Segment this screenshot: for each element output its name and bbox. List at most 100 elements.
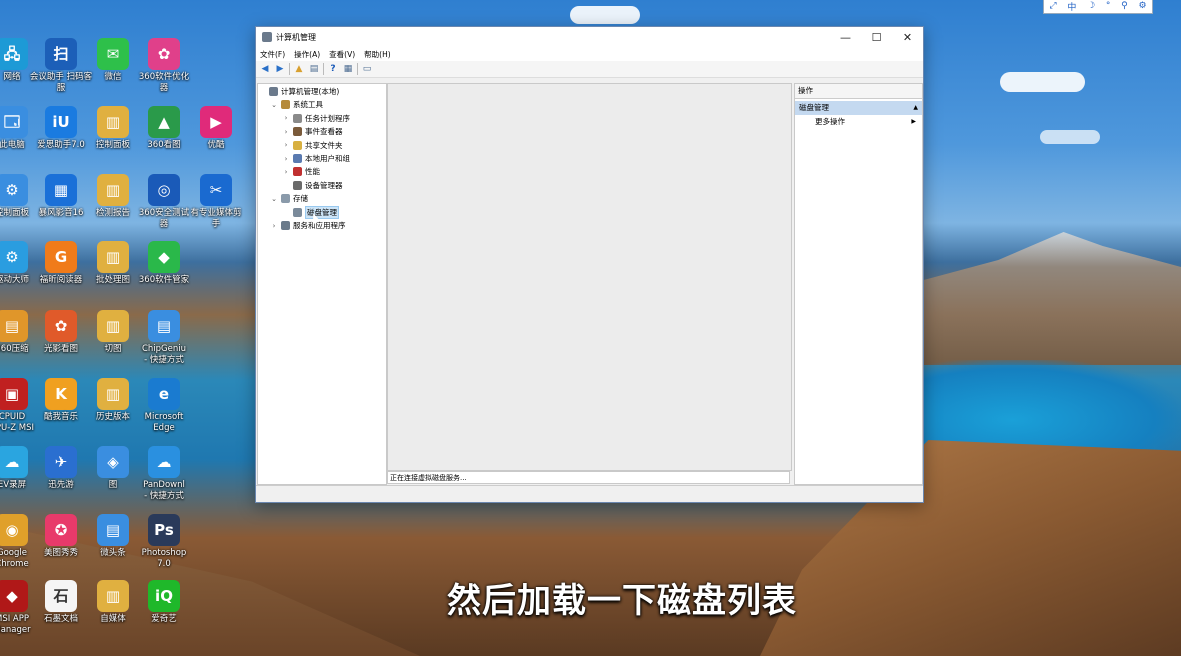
desktop-icon-label: ChipGeniu - 快捷方式 [141,344,187,365]
app-icon: 🗔 [0,106,28,138]
desktop-icon[interactable]: ☁ PanDownl - 快捷方式 [132,446,196,502]
toolbar: ◀ ▶ ▲ ▤ ? ▦ ▭ [256,61,923,78]
menu-view[interactable]: 查看(V) [329,49,355,60]
app-icon: ▤ [97,514,129,546]
app-icon: ▥ [97,241,129,273]
tree-node-icon [281,194,290,204]
tree-expander-icon[interactable]: ⌄ [270,101,278,109]
tree-node[interactable]: › 事件查看器 [282,125,343,138]
desktop-icon-label: 有专业媒体剪 手 [190,208,242,229]
desktop-icon[interactable]: ✿ 360软件优化 器 [132,38,196,94]
tree-node-icon [293,140,302,150]
details-status: 正在连接虚拟磁盘服务... [387,471,790,484]
app-icon: K [45,378,77,410]
menu-action[interactable]: 操作(A) [294,49,320,60]
tree-node[interactable]: › 本地用户和组 [282,152,350,165]
tree-node[interactable]: 计算机管理(本地) [258,85,339,98]
tree-expander-icon[interactable]: › [282,155,290,163]
app-icon: ◉ [0,514,28,546]
tray-button[interactable]: ⚲ [1121,1,1128,11]
tree-node-label: 设备管理器 [305,180,343,190]
tree-node-label: 存储 [293,194,308,204]
show-hide-tree-icon[interactable]: ▤ [308,63,320,75]
help-icon[interactable]: ? [327,63,339,75]
console-tree: 计算机管理(本地) ⌄ 系统工具 › 任务计划程序 › 事件查看器 › 共享文件夹 › 本地用户和组… [257,83,387,485]
forward-icon[interactable]: ▶ [274,63,286,75]
details-pane[interactable] [387,83,792,471]
collapse-arrow-icon[interactable]: ▲ [913,101,918,115]
desktop-icon[interactable]: ◆ 360软件管家 [132,241,196,286]
tree-node-icon [281,221,290,230]
tree-node-icon [269,87,278,96]
close-button[interactable]: ✕ [892,27,923,47]
tree-node-icon [293,127,302,137]
properties-icon[interactable]: ▦ [342,63,354,75]
up-folder-icon[interactable]: ▲ [293,63,305,75]
app-icon: ◆ [148,241,180,273]
desktop-icon-label: PanDownl - 快捷方式 [143,480,185,501]
tray-button[interactable]: ° [1106,1,1111,11]
app-icon: e [148,378,180,410]
status-bar [256,485,923,502]
tree-node-icon [293,207,302,217]
app-icon: ✈ [45,446,77,478]
tree-node-icon [293,167,302,177]
app-icon: ▲ [148,106,180,138]
tree-node-label: 计算机管理(本地) [281,87,340,96]
desktop-icon[interactable]: e Microsoft Edge [132,378,196,434]
desktop-icon[interactable]: iQ 爱奇艺 [132,580,196,625]
tray-button[interactable]: 中 [1067,0,1076,13]
app-icon: ▣ [0,378,28,410]
tree-expander-icon[interactable]: ⌄ [270,195,278,203]
desktop-icon-label: 爱奇艺 [151,614,177,624]
app-icon: ◈ [97,446,129,478]
tree-node-label: 任务计划程序 [305,113,350,123]
tree-node[interactable]: › 共享文件夹 [282,139,343,152]
tree-node[interactable]: › 服务和应用程序 [270,219,346,232]
app-icon: Ps [148,514,180,546]
more-actions-item[interactable]: 更多操作 ▶ [795,115,922,129]
computer-management-window: 计算机管理 — ☐ ✕ 文件(F) 操作(A) 查看(V) 帮助(H) ◀ ▶ … [255,26,924,503]
desktop-icon[interactable]: Ps Photoshop 7.0 [132,514,196,570]
menu-file[interactable]: 文件(F) [260,49,285,60]
tree-expander-icon[interactable]: › [270,222,278,230]
tree-expander-icon[interactable]: › [282,114,290,122]
actions-section-label: 磁盘管理 [799,103,829,112]
maximize-button[interactable]: ☐ [861,27,892,47]
input-method-toolbar[interactable]: ⤢ 中 ☽ ° ⚲ ⚙ [1043,0,1153,14]
app-icon: 石 [45,580,77,612]
app-icon: ▥ [97,106,129,138]
tray-button[interactable]: ⤢ [1049,1,1056,11]
title-bar[interactable]: 计算机管理 — ☐ ✕ [256,27,923,47]
video-subtitle: 然后加载一下磁盘列表 [447,581,797,621]
tray-button[interactable]: ⚙ [1139,1,1147,11]
actions-header: 操作 [795,84,922,99]
actions-section-disk-management[interactable]: 磁盘管理 ▲ [795,101,922,115]
tree-node-icon [293,113,302,123]
desktop-icon[interactable]: ▶ 优酷 [184,106,248,151]
minimize-button[interactable]: — [830,27,861,47]
back-icon[interactable]: ◀ [259,63,271,75]
tree-node-label: 共享文件夹 [305,140,343,150]
console-icon[interactable]: ▭ [361,63,373,75]
tree-node-icon [281,100,290,110]
tree-node[interactable]: › 性能 [282,165,320,178]
desktop-icon[interactable]: ▤ ChipGeniu - 快捷方式 [132,310,196,366]
computer-management-icon [262,32,272,42]
more-actions-label: 更多操作 [815,117,845,126]
tree-node[interactable]: ⌄ 存储 [270,192,308,205]
tree-node-icon [293,180,302,190]
tree-expander-icon[interactable]: › [282,128,290,136]
tree-node[interactable]: › 任务计划程序 [282,112,350,125]
app-icon: ▥ [97,310,129,342]
tree-node[interactable]: ⌄ 系统工具 [270,98,323,111]
app-icon: ▦ [45,174,77,206]
tree-expander-icon[interactable]: › [282,168,290,176]
tree-node[interactable]: 设备管理器 [282,179,343,192]
tree-expander-icon[interactable]: › [282,141,290,149]
tray-button[interactable]: ☽ [1087,1,1095,11]
actions-pane: 操作 磁盘管理 ▲ 更多操作 ▶ [794,83,923,485]
tree-node-icon [293,154,302,163]
desktop-icon[interactable]: ✂ 有专业媒体剪 手 [184,174,248,230]
menu-help[interactable]: 帮助(H) [364,49,391,60]
